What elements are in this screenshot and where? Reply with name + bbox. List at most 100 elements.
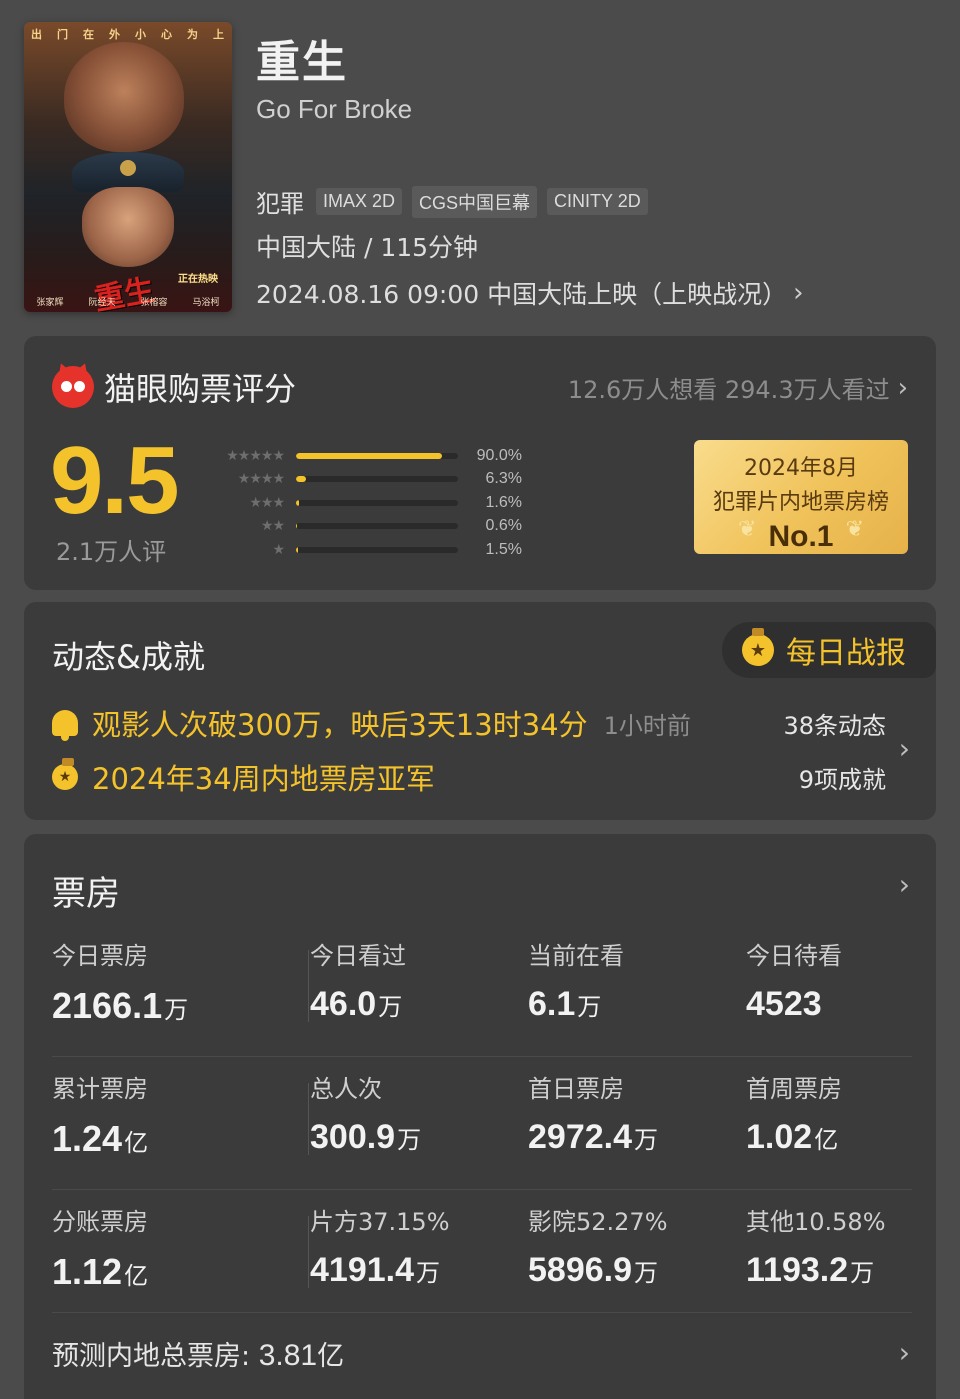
distribution-bar [296,476,458,483]
stat-cell: 影院52.27% 5896.9万 [528,1190,746,1323]
stat-value: 1193.2万 [746,1251,875,1289]
stat-cell: 今日看过 46.0万 [308,924,528,1056]
chevron-right-icon: › [897,372,908,403]
distribution-percent: 1.6% [485,493,522,511]
stat-cell: 首日票房 2972.4万 [528,1057,746,1189]
stat-label: 今日票房 [52,942,148,970]
forecast-value: 3.81 [258,1339,318,1372]
stat-value: 2972.4万 [528,1118,658,1156]
stat-label: 当前在看 [528,942,624,970]
medal-icon: ★ [52,758,78,790]
distribution-row: ★★ 0.6% [204,515,522,539]
movie-genre: 犯罪 [256,190,304,218]
rating-score: 9.5 [50,427,179,534]
distribution-row: ★ 1.5% [204,538,522,562]
stat-value: 1.02亿 [746,1118,839,1156]
award-period: 2024年8月 [744,456,858,481]
release-text: 2024.08.16 09:00 中国大陆上映（上映战况） [256,280,788,309]
movie-english-title: Go For Broke [256,94,413,124]
achievement-item: ★ 2024年34周内地票房亚军 [52,756,435,798]
want-watched-link[interactable]: 12.6万人想看 294.3万人看过 › [568,370,908,405]
stat-cell: 今日待看 4523 [746,924,912,1056]
distribution-percent: 1.5% [485,540,522,558]
stat-value: 5896.9万 [528,1251,658,1289]
achievement-item: 观影人次破300万，映后3天13时34分 1小时前 [52,702,691,744]
achievement-count: 9项成就 [798,766,886,794]
distribution-percent: 90.0% [476,446,522,464]
movie-poster[interactable]: 出门 在外 小心 为上 重生 正在热映 张家辉 阮经天 张榕容 马浴柯 [24,22,232,312]
stat-label: 片方37.15% [310,1208,450,1236]
forecast-label: 预测内地总票房: [52,1341,251,1372]
box-office-title: 票房 [52,874,120,914]
rating-distribution: ★★★★★ 90.0% ★★★★ 6.3% ★★★ 1.6% ★★ 0.6% ★ [204,444,522,562]
distribution-bar [296,546,458,553]
forecast-total-box-office[interactable]: 预测内地总票房: 3.81亿 [52,1334,344,1373]
stat-value: 4191.4万 [310,1251,440,1289]
distribution-fill [296,546,299,553]
stat-label: 影院52.27% [528,1208,668,1236]
rating-brand-label: 猫眼购票评分 [104,370,297,408]
movie-title: 重生 [256,37,348,88]
dynamic-count: 38条动态 [783,712,886,740]
star-icons: ★★★★ [237,471,285,488]
movie-region-duration: 中国大陆 / 115分钟 [256,233,479,262]
distribution-row: ★★★★ 6.3% [204,468,522,492]
stat-cell: 累计票房 1.24亿 [52,1057,310,1189]
rater-count: 2.1万人评 [56,538,167,566]
distribution-percent: 0.6% [485,517,522,535]
stat-cell: 分账票房 1.12亿 [52,1190,310,1323]
stat-value: 2166.1万 [52,985,189,1026]
poster-cap-badge [120,160,136,176]
ranking-award-badge[interactable]: 2024年8月 犯罪片内地票房榜 No.1 ❦ ❦ [694,440,908,554]
achievement-text: 2024年34周内地票房亚军 [92,762,435,796]
stat-cell: 总人次 300.9万 [308,1057,528,1189]
distribution-percent: 6.3% [485,470,522,488]
poster-cast: 张家辉 阮经天 张榕容 马浴柯 [36,298,220,308]
stats-row: 分账票房 1.12亿 片方37.15% 4191.4万 影院52.27% 589… [52,1190,912,1323]
stat-value: 6.1万 [528,985,602,1023]
format-tag: CGS中国巨幕 [412,185,538,218]
daily-report-button[interactable]: ★ 每日战报 [722,622,936,678]
stat-value: 1.12亿 [52,1251,149,1292]
medal-icon: ★ [742,628,774,666]
stat-cell: 其他10.58% 1193.2万 [746,1190,912,1323]
achievements-title: 动态&成就 [52,638,205,676]
release-info-link[interactable]: 2024.08.16 09:00 中国大陆上映（上映战况） › [256,275,804,311]
chevron-right-icon[interactable]: › [899,868,910,901]
stat-value: 46.0万 [310,985,403,1023]
poster-figure-top [64,42,184,152]
stat-cell: 当前在看 6.1万 [528,924,746,1056]
laurel-right-icon: ❦ [845,517,864,542]
poster-figure-bottom [82,187,174,267]
distribution-bar [296,523,458,530]
movie-detail-page: 出门 在外 小心 为上 重生 正在热映 张家辉 阮经天 张榕容 马浴柯 重生 Go … [0,0,960,1399]
stats-row: 今日票房 2166.1万 今日看过 46.0万 当前在看 6.1万 今日待看 4… [52,924,912,1057]
format-tag: CINITY 2D [547,188,648,215]
distribution-row: ★★★ 1.6% [204,491,522,515]
achievement-text: 观影人次破300万，映后3天13时34分 [92,708,588,742]
distribution-fill [296,476,307,483]
achievements-card[interactable]: 动态&成就 ★ 每日战报 观影人次破300万，映后3天13时34分 1小时前 ★… [24,602,936,820]
stat-cell: 首周票房 1.02亿 [746,1057,912,1189]
distribution-fill [296,499,299,506]
star-icons: ★★★★★ [226,447,285,464]
award-category: 犯罪片内地票房榜 [712,490,889,515]
laurel-left-icon: ❦ [738,517,757,542]
divider [52,1312,912,1313]
stat-value: 4523 [746,985,822,1023]
stat-label: 首日票房 [528,1075,624,1103]
daily-report-label: 每日战报 [786,636,906,671]
distribution-fill [296,523,297,530]
poster-hot-label: 正在热映 [178,274,218,285]
distribution-row: ★★★★★ 90.0% [204,444,522,468]
distribution-fill [296,452,442,459]
distribution-bar [296,499,458,506]
format-tag: IMAX 2D [316,188,403,215]
rating-card: 猫眼购票评分 12.6万人想看 294.3万人看过 › 9.5 2.1万人评 ★… [24,336,936,590]
maoyan-cat-icon [52,360,94,408]
star-icons: ★ [272,541,285,558]
stat-label: 今日待看 [746,942,842,970]
award-rank: No.1 [768,520,834,553]
distribution-bar [296,452,458,459]
stat-label: 今日看过 [310,942,406,970]
